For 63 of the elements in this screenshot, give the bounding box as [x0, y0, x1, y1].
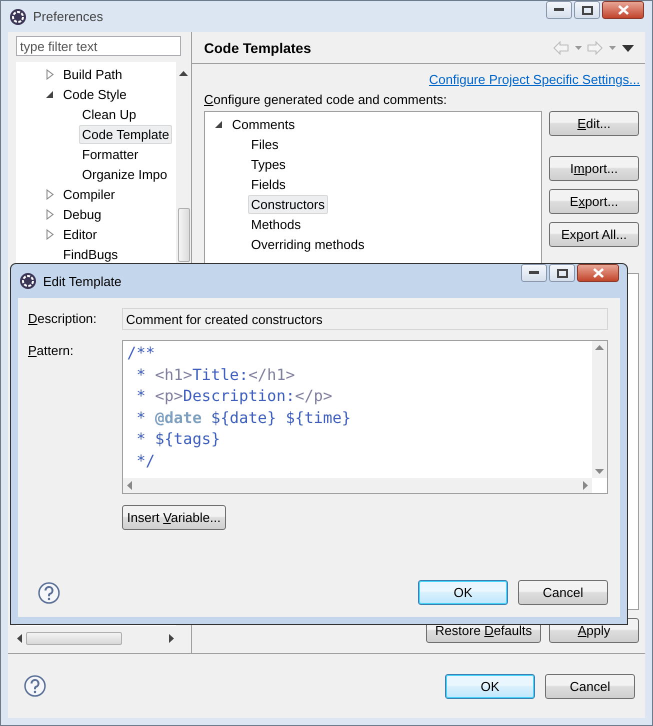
minimize-icon — [554, 8, 564, 12]
window-title: Preferences — [33, 9, 104, 24]
expanded-arrow-icon[interactable] — [44, 88, 54, 100]
tree-item[interactable]: Compiler — [60, 184, 118, 204]
insert-variable-button[interactable]: Insert Variable... — [122, 505, 226, 530]
tree-item[interactable]: Organize Impo — [79, 164, 170, 184]
action-button[interactable]: Edit... — [549, 111, 639, 136]
tree-item[interactable]: Files — [248, 134, 282, 154]
tree-item[interactable]: FindBugs — [60, 244, 121, 264]
dialog-button[interactable]: OK — [418, 580, 508, 605]
close-icon — [618, 5, 628, 15]
tree-item[interactable]: Constructors — [248, 194, 328, 214]
field-label: Pattern: — [28, 342, 75, 358]
collapsed-arrow-icon[interactable] — [44, 68, 54, 80]
tree-item[interactable]: Clean Up — [79, 104, 140, 124]
maximize-icon — [582, 6, 592, 14]
expanded-arrow-icon[interactable] — [213, 118, 223, 130]
page-title: Code Templates — [204, 40, 312, 56]
dialog-button[interactable]: OK — [445, 674, 535, 698]
tree-item[interactable]: Types — [248, 154, 289, 174]
tree-item[interactable]: Comments — [229, 114, 298, 134]
up-arrow-icon[interactable] — [179, 70, 188, 76]
tree-item[interactable]: Fields — [248, 174, 289, 194]
dialog-button[interactable]: Cancel — [545, 674, 635, 698]
scrollbar[interactable] — [592, 341, 607, 478]
left-arrow-icon[interactable] — [16, 634, 22, 643]
field-label: Description: — [28, 310, 98, 326]
tree-item[interactable]: Code Style — [60, 84, 130, 104]
scroll-thumb[interactable] — [178, 208, 190, 262]
action-button[interactable]: Import... — [549, 156, 639, 181]
collapsed-arrow-icon[interactable] — [44, 208, 54, 220]
action-button[interactable]: Export... — [549, 189, 639, 214]
down-arrow-icon[interactable] — [595, 469, 604, 474]
minimize-button[interactable] — [521, 264, 547, 282]
collapsed-arrow-icon[interactable] — [44, 228, 54, 240]
tree-item[interactable]: Overriding methods — [248, 234, 368, 254]
settings-link[interactable]: Configure Project Specific Settings... — [429, 72, 640, 87]
maximize-icon — [556, 268, 568, 278]
gear-icon — [19, 272, 37, 290]
tree-item[interactable]: Code Template — [79, 124, 172, 144]
filter-field[interactable]: type filter text — [16, 36, 181, 56]
description-field[interactable]: Comment for created constructors — [122, 308, 608, 330]
tree-item[interactable]: Editor — [60, 224, 100, 244]
tree-item[interactable]: Formatter — [79, 144, 142, 164]
minimize-icon — [529, 271, 539, 275]
tree-item[interactable]: Debug — [60, 204, 104, 224]
close-button[interactable] — [602, 1, 644, 19]
dialog-title: Edit Template — [43, 274, 122, 288]
gear-icon — [9, 8, 27, 26]
tree-item[interactable]: Methods — [248, 214, 304, 234]
tree-label: Configure generated code and comments: — [204, 92, 448, 107]
help-icon[interactable] — [24, 675, 46, 697]
help-icon[interactable] — [38, 582, 60, 604]
right-arrow-icon[interactable] — [169, 634, 175, 643]
collapsed-arrow-icon[interactable] — [44, 188, 54, 200]
minimize-button[interactable] — [546, 1, 572, 19]
maximize-button[interactable] — [574, 1, 600, 19]
action-button[interactable]: Export All... — [549, 222, 639, 247]
tree-item[interactable]: Build Path — [60, 64, 126, 84]
close-icon — [592, 268, 604, 278]
maximize-button[interactable] — [549, 264, 575, 282]
dialog-button[interactable]: Cancel — [518, 580, 608, 605]
close-button[interactable] — [577, 264, 619, 282]
